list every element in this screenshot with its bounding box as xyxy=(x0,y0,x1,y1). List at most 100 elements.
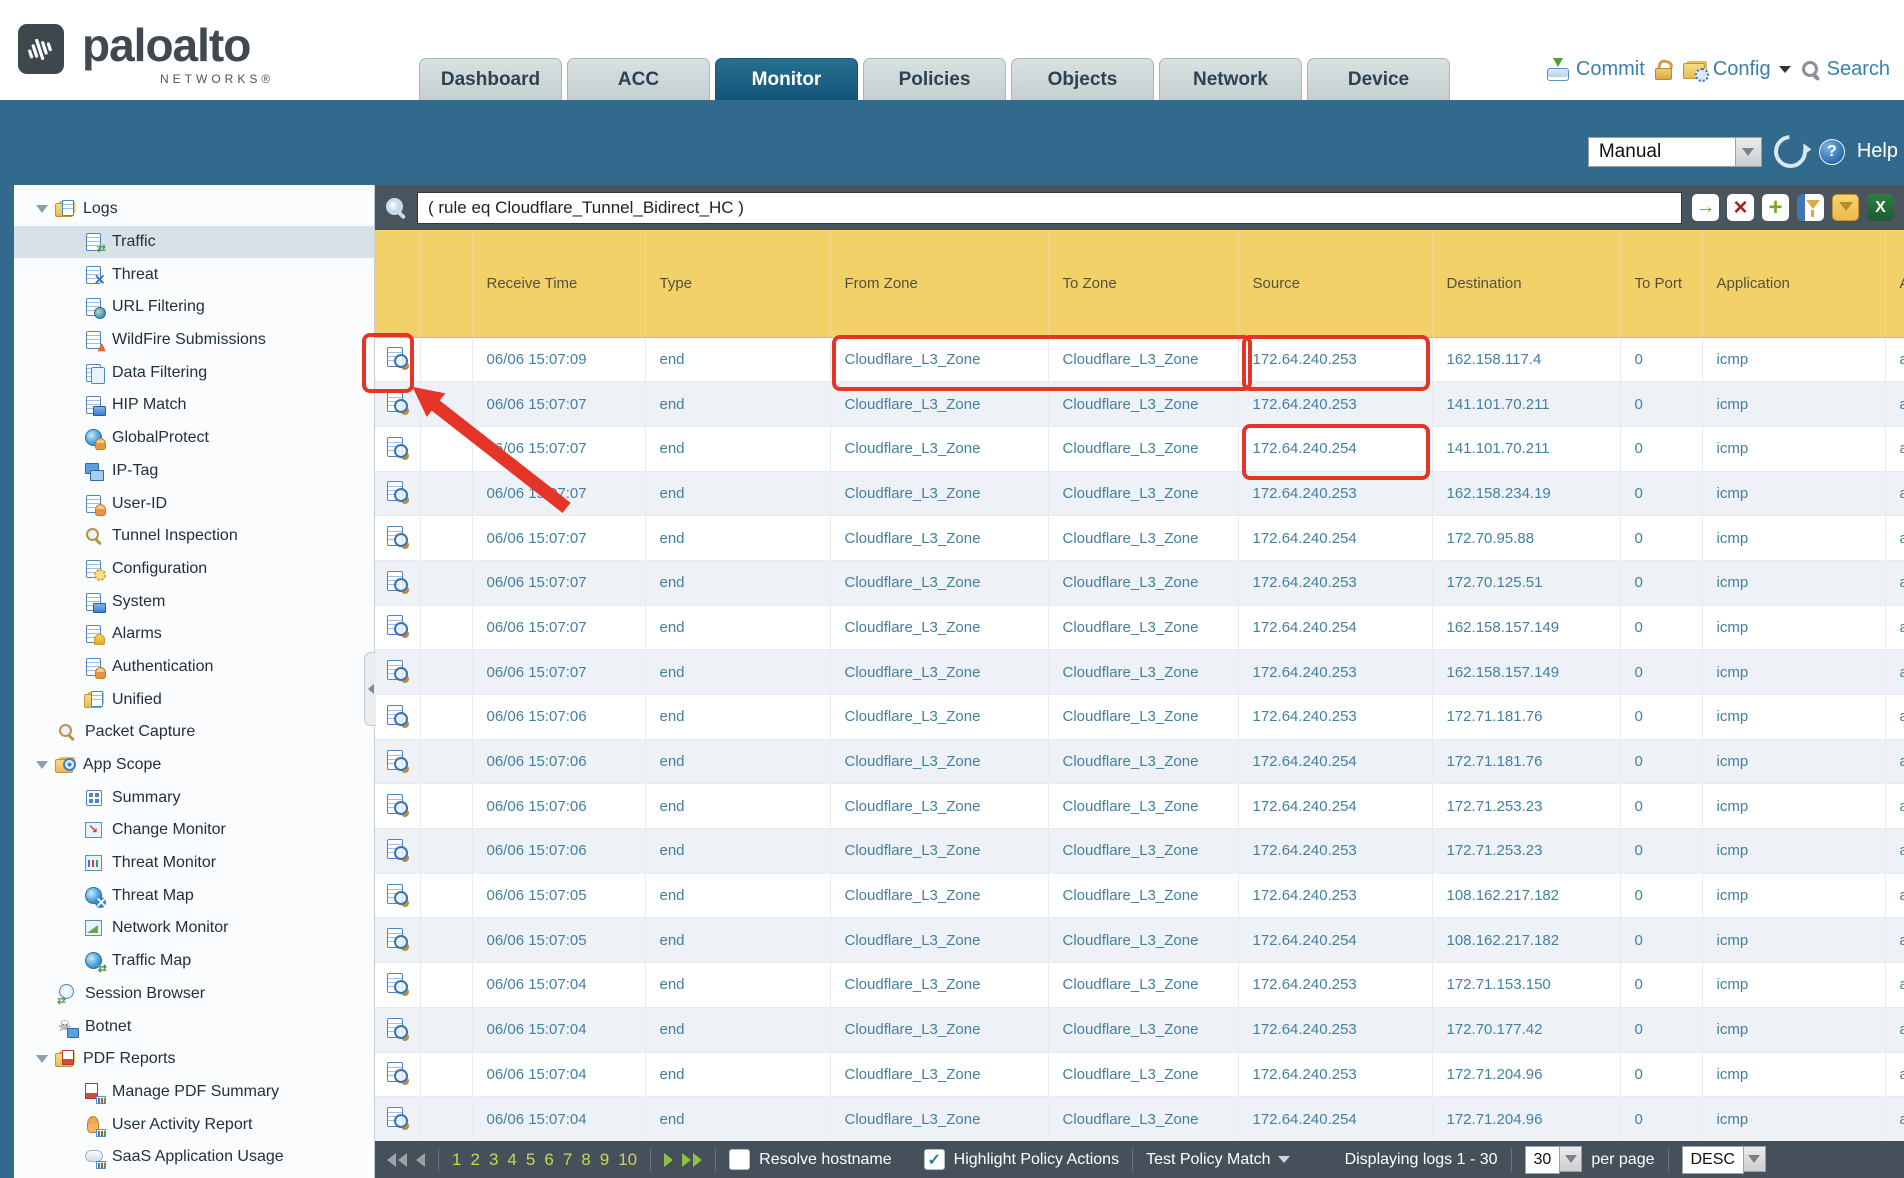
log-cell[interactable]: Cloudflare_L3_Zone xyxy=(1048,963,1238,1008)
load-filter-icon[interactable] xyxy=(1832,194,1859,221)
log-cell[interactable]: 0 xyxy=(1620,471,1702,516)
log-cell[interactable]: Cloudflare_L3_Zone xyxy=(1048,382,1238,427)
log-cell[interactable]: a xyxy=(1885,1052,1904,1097)
last-page-button[interactable] xyxy=(682,1153,702,1167)
sidebar-item-threat-map[interactable]: Threat Map xyxy=(14,879,374,912)
log-cell[interactable]: end xyxy=(645,516,830,561)
log-cell[interactable]: 172.64.240.253 xyxy=(1238,382,1432,427)
log-cell[interactable]: Cloudflare_L3_Zone xyxy=(830,829,1048,874)
log-cell[interactable]: 172.71.253.23 xyxy=(1432,829,1620,874)
log-cell[interactable]: Cloudflare_L3_Zone xyxy=(830,784,1048,829)
col-header-from-zone[interactable]: From Zone xyxy=(830,230,1048,337)
highlight-policy-actions-checkbox[interactable] xyxy=(924,1149,945,1170)
log-cell[interactable]: icmp xyxy=(1702,1052,1885,1097)
log-cell[interactable]: 0 xyxy=(1620,829,1702,874)
sidebar-item-ip-tag[interactable]: IP-Tag xyxy=(14,455,374,488)
sidebar-item-unified[interactable]: Unified xyxy=(14,683,374,716)
log-detail-icon[interactable] xyxy=(385,1106,409,1132)
log-cell[interactable]: 172.64.240.254 xyxy=(1238,1097,1432,1142)
page-number-9[interactable]: 9 xyxy=(600,1150,609,1170)
log-cell[interactable]: Cloudflare_L3_Zone xyxy=(830,650,1048,695)
log-cell[interactable]: icmp xyxy=(1702,516,1885,561)
log-cell[interactable]: icmp xyxy=(1702,426,1885,471)
log-cell[interactable]: end xyxy=(645,1097,830,1142)
log-cell[interactable]: end xyxy=(645,963,830,1008)
help-icon[interactable]: ? xyxy=(1819,139,1845,165)
log-cell[interactable]: Cloudflare_L3_Zone xyxy=(1048,784,1238,829)
log-cell[interactable]: Cloudflare_L3_Zone xyxy=(830,605,1048,650)
page-number-3[interactable]: 3 xyxy=(489,1150,498,1170)
sidebar-item-saas-application-usage[interactable]: SaaS Application Usage xyxy=(14,1141,374,1174)
sidebar-item-app-scope[interactable]: App Scope xyxy=(14,749,374,782)
log-cell[interactable]: 172.64.240.253 xyxy=(1238,695,1432,740)
log-cell[interactable]: icmp xyxy=(1702,963,1885,1008)
log-cell[interactable]: end xyxy=(645,829,830,874)
sidebar-item-change-monitor[interactable]: Change Monitor xyxy=(14,814,374,847)
log-cell[interactable]: a xyxy=(1885,382,1904,427)
page-number-6[interactable]: 6 xyxy=(544,1150,553,1170)
log-cell[interactable]: end xyxy=(645,784,830,829)
log-detail-icon[interactable] xyxy=(385,480,409,506)
sidebar-item-user-activity-report[interactable]: User Activity Report xyxy=(14,1108,374,1141)
page-number-1[interactable]: 1 xyxy=(452,1150,461,1170)
add-filter-icon[interactable]: + xyxy=(1762,194,1789,221)
log-cell[interactable]: 06/06 15:07:07 xyxy=(472,471,645,516)
log-cell[interactable]: a xyxy=(1885,337,1904,382)
log-cell[interactable]: 172.64.240.253 xyxy=(1238,873,1432,918)
log-cell[interactable]: a xyxy=(1885,1097,1904,1142)
log-cell[interactable]: 0 xyxy=(1620,873,1702,918)
page-number-5[interactable]: 5 xyxy=(526,1150,535,1170)
log-cell[interactable]: 06/06 15:07:06 xyxy=(472,739,645,784)
log-cell[interactable]: 06/06 15:07:06 xyxy=(472,784,645,829)
page-number-2[interactable]: 2 xyxy=(470,1150,479,1170)
log-cell[interactable]: a xyxy=(1885,918,1904,963)
log-detail-icon[interactable] xyxy=(385,883,409,909)
log-cell[interactable]: icmp xyxy=(1702,739,1885,784)
log-cell[interactable]: icmp xyxy=(1702,605,1885,650)
sidebar-item-threat-monitor[interactable]: Threat Monitor xyxy=(14,847,374,880)
commit-button[interactable]: Commit xyxy=(1546,58,1645,81)
log-cell[interactable]: 172.71.153.150 xyxy=(1432,963,1620,1008)
log-filter-input[interactable] xyxy=(417,192,1682,224)
log-cell[interactable]: 172.64.240.253 xyxy=(1238,337,1432,382)
sidebar-item-authentication[interactable]: Authentication xyxy=(14,651,374,684)
tab-policies[interactable]: Policies xyxy=(863,58,1006,100)
log-cell[interactable]: Cloudflare_L3_Zone xyxy=(830,873,1048,918)
log-detail-icon[interactable] xyxy=(385,436,409,462)
log-cell[interactable]: Cloudflare_L3_Zone xyxy=(1048,560,1238,605)
export-excel-icon[interactable]: X xyxy=(1867,194,1894,221)
log-cell[interactable]: Cloudflare_L3_Zone xyxy=(1048,426,1238,471)
log-detail-icon[interactable] xyxy=(385,659,409,685)
sidebar-item-url-filtering[interactable]: URL Filtering xyxy=(14,291,374,324)
log-detail-icon[interactable] xyxy=(385,793,409,819)
log-cell[interactable]: icmp xyxy=(1702,1097,1885,1142)
log-cell[interactable]: 108.162.217.182 xyxy=(1432,873,1620,918)
col-header-receive-time[interactable]: Receive Time xyxy=(472,230,645,337)
log-cell[interactable]: icmp xyxy=(1702,382,1885,427)
log-detail-icon[interactable] xyxy=(385,614,409,640)
log-cell[interactable]: 06/06 15:07:04 xyxy=(472,963,645,1008)
log-cell[interactable]: Cloudflare_L3_Zone xyxy=(1048,516,1238,561)
log-detail-icon[interactable] xyxy=(385,1061,409,1087)
log-cell[interactable]: Cloudflare_L3_Zone xyxy=(830,516,1048,561)
log-cell[interactable]: Cloudflare_L3_Zone xyxy=(1048,918,1238,963)
log-cell[interactable]: 162.158.157.149 xyxy=(1432,605,1620,650)
log-detail-icon[interactable] xyxy=(385,525,409,551)
log-cell[interactable]: Cloudflare_L3_Zone xyxy=(830,382,1048,427)
log-cell[interactable]: 172.70.177.42 xyxy=(1432,1007,1620,1052)
filter-builder-icon[interactable] xyxy=(1797,194,1824,221)
log-cell[interactable]: 162.158.234.19 xyxy=(1432,471,1620,516)
tab-acc[interactable]: ACC xyxy=(567,58,710,100)
refresh-mode-dropdown-button[interactable] xyxy=(1736,137,1762,167)
log-cell[interactable]: 0 xyxy=(1620,337,1702,382)
log-cell[interactable]: end xyxy=(645,739,830,784)
sidebar-item-globalprotect[interactable]: GlobalProtect xyxy=(14,422,374,455)
log-cell[interactable]: a xyxy=(1885,426,1904,471)
sidebar-item-logs[interactable]: Logs xyxy=(14,193,374,226)
log-cell[interactable]: 172.64.240.254 xyxy=(1238,918,1432,963)
log-cell[interactable]: 0 xyxy=(1620,784,1702,829)
help-label[interactable]: Help xyxy=(1857,140,1898,163)
log-cell[interactable]: Cloudflare_L3_Zone xyxy=(830,560,1048,605)
log-cell[interactable]: 06/06 15:07:06 xyxy=(472,829,645,874)
log-cell[interactable]: a xyxy=(1885,873,1904,918)
